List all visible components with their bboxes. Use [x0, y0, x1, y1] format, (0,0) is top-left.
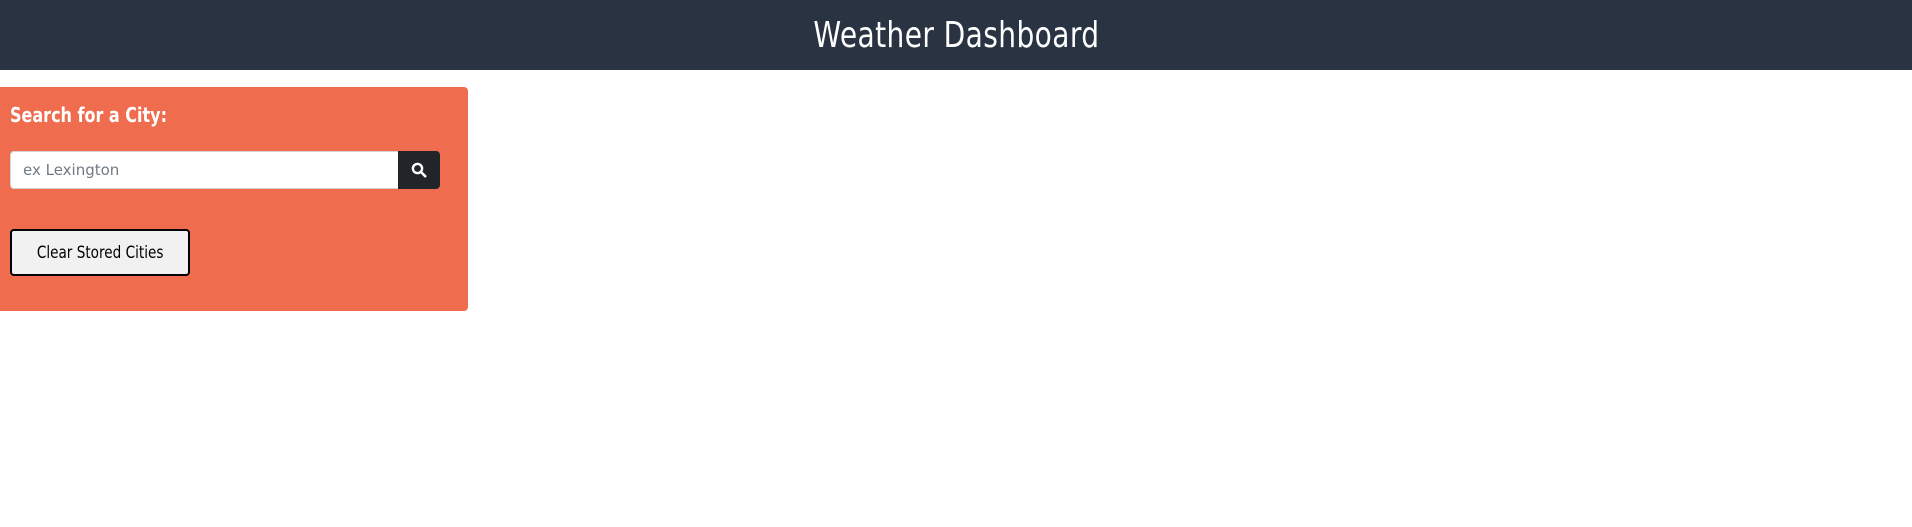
- search-row: [10, 151, 440, 189]
- app-header: Weather Dashboard: [0, 0, 1912, 70]
- page-title: Weather Dashboard: [812, 14, 1100, 56]
- city-search-panel: Search for a City: Clear Stored Cities: [0, 87, 468, 311]
- city-search-input[interactable]: [10, 151, 398, 189]
- search-heading: Search for a City:: [10, 103, 167, 127]
- page: Weather Dashboard Search for a City: Cle…: [0, 0, 1912, 527]
- search-button[interactable]: [398, 151, 440, 189]
- clear-stored-cities-button[interactable]: Clear Stored Cities: [10, 229, 191, 276]
- search-icon: [411, 162, 427, 178]
- clear-stored-cities-label: Clear Stored Cities: [36, 242, 164, 263]
